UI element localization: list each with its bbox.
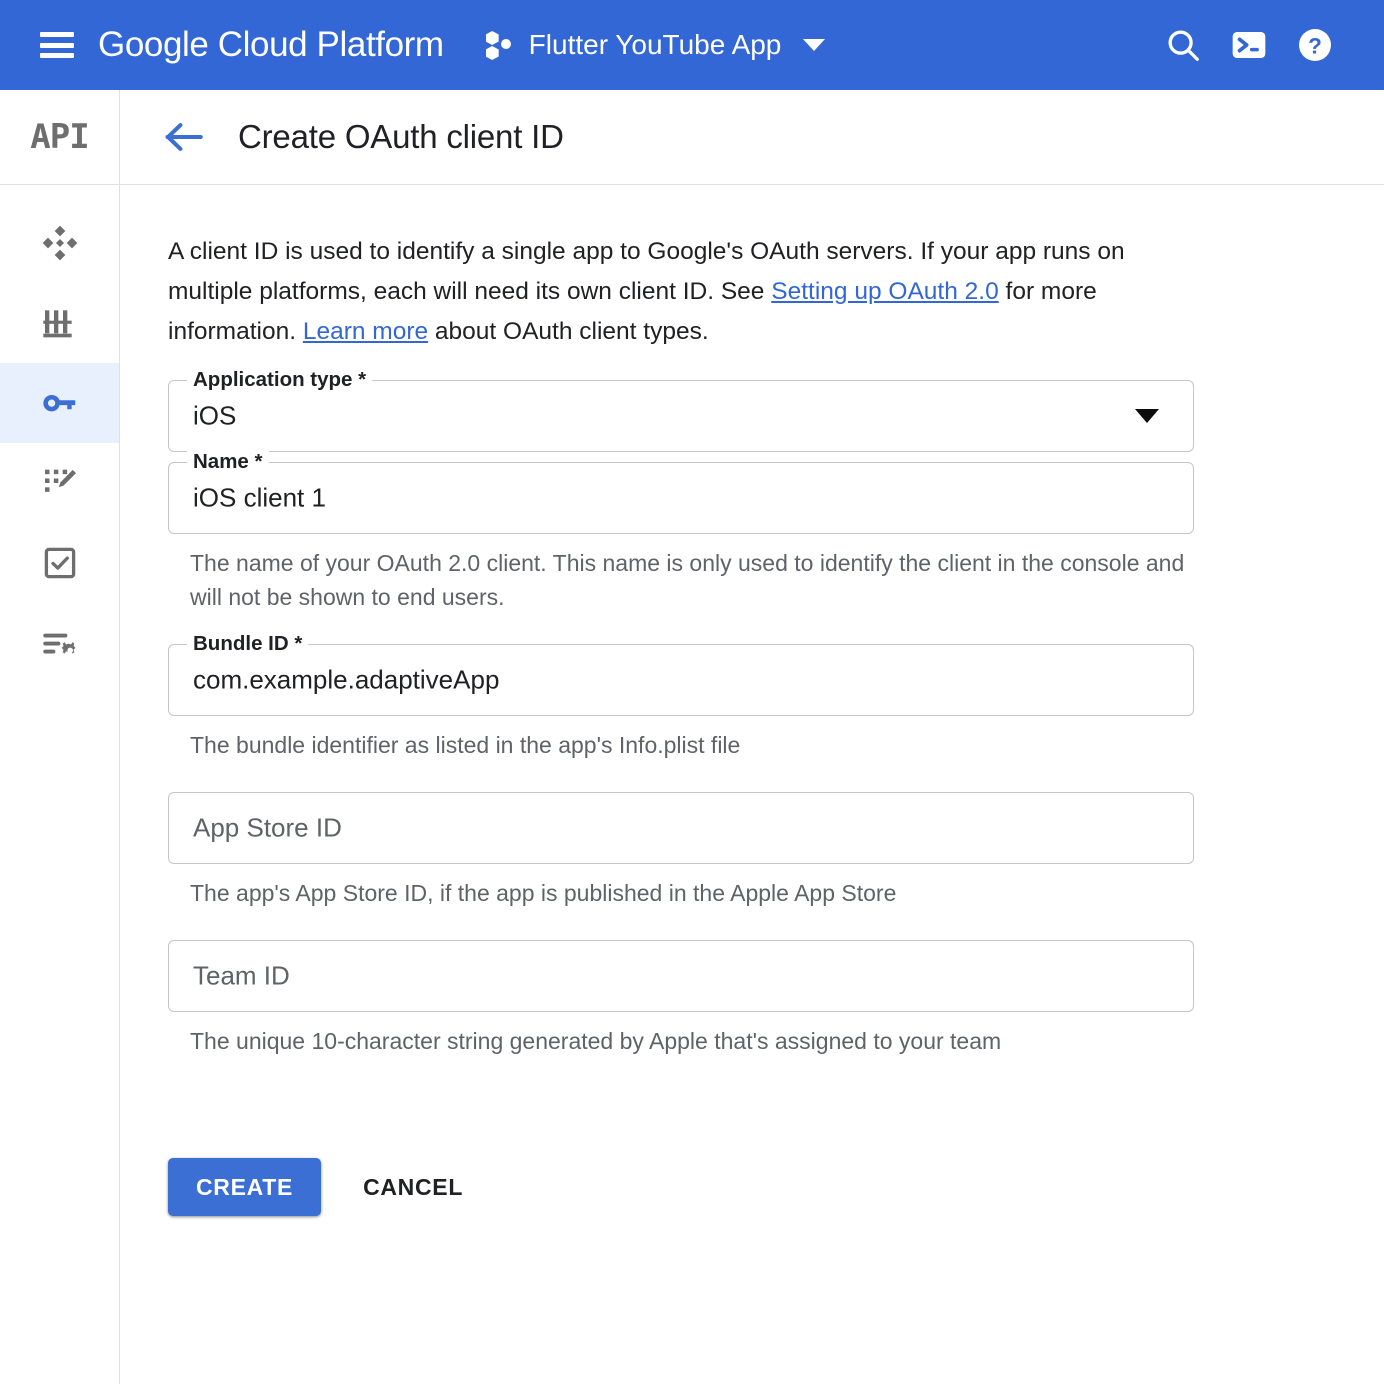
name-hint: The name of your OAuth 2.0 client. This … bbox=[190, 546, 1190, 614]
top-app-bar: Google Cloud Platform Flutter YouTube Ap… bbox=[0, 0, 1384, 90]
checkbox-check-icon bbox=[41, 544, 79, 582]
key-icon bbox=[39, 382, 81, 424]
svg-text:?: ? bbox=[1308, 34, 1322, 59]
page-header: Create OAuth client ID bbox=[120, 90, 1384, 185]
app-store-id-input[interactable]: App Store ID bbox=[168, 792, 1194, 864]
setting-up-oauth-link[interactable]: Setting up OAuth 2.0 bbox=[771, 278, 998, 305]
main-content: A client ID is used to identify a single… bbox=[120, 186, 1384, 1384]
application-type-select[interactable]: Application type * iOS bbox=[168, 380, 1194, 452]
app-store-id-hint: The app's App Store ID, if the app is pu… bbox=[190, 876, 1190, 910]
dashboard-diamond-icon bbox=[40, 223, 80, 263]
rail-item-list bbox=[0, 185, 119, 683]
create-button[interactable]: CREATE bbox=[168, 1158, 321, 1216]
project-selector[interactable]: Flutter YouTube App bbox=[486, 29, 826, 61]
arrow-left-icon bbox=[164, 120, 206, 154]
bundle-id-input[interactable]: Bundle ID * com.example.adaptiveApp bbox=[168, 644, 1194, 716]
project-name: Flutter YouTube App bbox=[529, 29, 782, 61]
help-circle-icon[interactable]: ? bbox=[1282, 12, 1348, 78]
team-id-hint: The unique 10-character string generated… bbox=[190, 1024, 1190, 1058]
sidebar-item-oauth-consent-screen[interactable] bbox=[0, 443, 119, 523]
library-columns-icon bbox=[40, 303, 80, 343]
api-logo-text: API bbox=[30, 117, 88, 157]
project-hexagon-icon bbox=[486, 30, 516, 60]
bundle-id-hint: The bundle identifier as listed in the a… bbox=[190, 728, 1190, 762]
app-store-id-placeholder: App Store ID bbox=[193, 813, 342, 844]
list-gear-icon bbox=[40, 623, 80, 663]
name-label: Name * bbox=[187, 451, 269, 473]
bundle-id-block: Bundle ID * com.example.adaptiveApp The … bbox=[168, 644, 1194, 762]
app-store-id-block: App Store ID The app's App Store ID, if … bbox=[168, 792, 1194, 910]
bundle-id-value: com.example.adaptiveApp bbox=[193, 665, 499, 696]
team-id-input[interactable]: Team ID bbox=[168, 940, 1194, 1012]
application-type-label: Application type * bbox=[187, 369, 372, 391]
chevron-down-icon bbox=[803, 39, 825, 51]
hamburger-menu-icon[interactable] bbox=[40, 32, 74, 58]
dropdown-triangle-icon[interactable] bbox=[1135, 409, 1159, 423]
learn-more-link[interactable]: Learn more bbox=[303, 318, 428, 345]
api-logo: API bbox=[0, 90, 119, 185]
brand-title: Google Cloud Platform bbox=[98, 25, 444, 65]
bundle-id-label: Bundle ID * bbox=[187, 633, 308, 655]
back-button[interactable] bbox=[164, 120, 206, 154]
cloud-shell-terminal-icon[interactable] bbox=[1216, 12, 1282, 78]
left-icon-rail: API bbox=[0, 90, 120, 1384]
team-id-block: Team ID The unique 10-character string g… bbox=[168, 940, 1194, 1058]
page-title: Create OAuth client ID bbox=[238, 118, 564, 156]
form-actions: CREATE CANCEL bbox=[168, 1158, 1384, 1216]
search-icon[interactable] bbox=[1150, 12, 1216, 78]
sidebar-item-domain-verification[interactable] bbox=[0, 523, 119, 603]
cancel-button[interactable]: CANCEL bbox=[363, 1174, 463, 1201]
sidebar-item-page-usage-agreements[interactable] bbox=[0, 603, 119, 683]
name-block: Name * iOS client 1 The name of your OAu… bbox=[168, 462, 1194, 614]
intro-text-3: about OAuth client types. bbox=[428, 318, 709, 345]
sidebar-item-library[interactable] bbox=[0, 283, 119, 363]
name-value: iOS client 1 bbox=[193, 483, 326, 514]
team-id-placeholder: Team ID bbox=[193, 961, 290, 992]
application-type-block: Application type * iOS bbox=[168, 380, 1194, 452]
topbar-actions: ? bbox=[1150, 12, 1348, 78]
dots-pencil-icon bbox=[40, 463, 80, 503]
intro-paragraph: A client ID is used to identify a single… bbox=[168, 232, 1180, 352]
name-input[interactable]: Name * iOS client 1 bbox=[168, 462, 1194, 534]
sidebar-item-dashboard[interactable] bbox=[0, 203, 119, 283]
sidebar-item-credentials[interactable] bbox=[0, 363, 119, 443]
application-type-value: iOS bbox=[193, 401, 236, 432]
